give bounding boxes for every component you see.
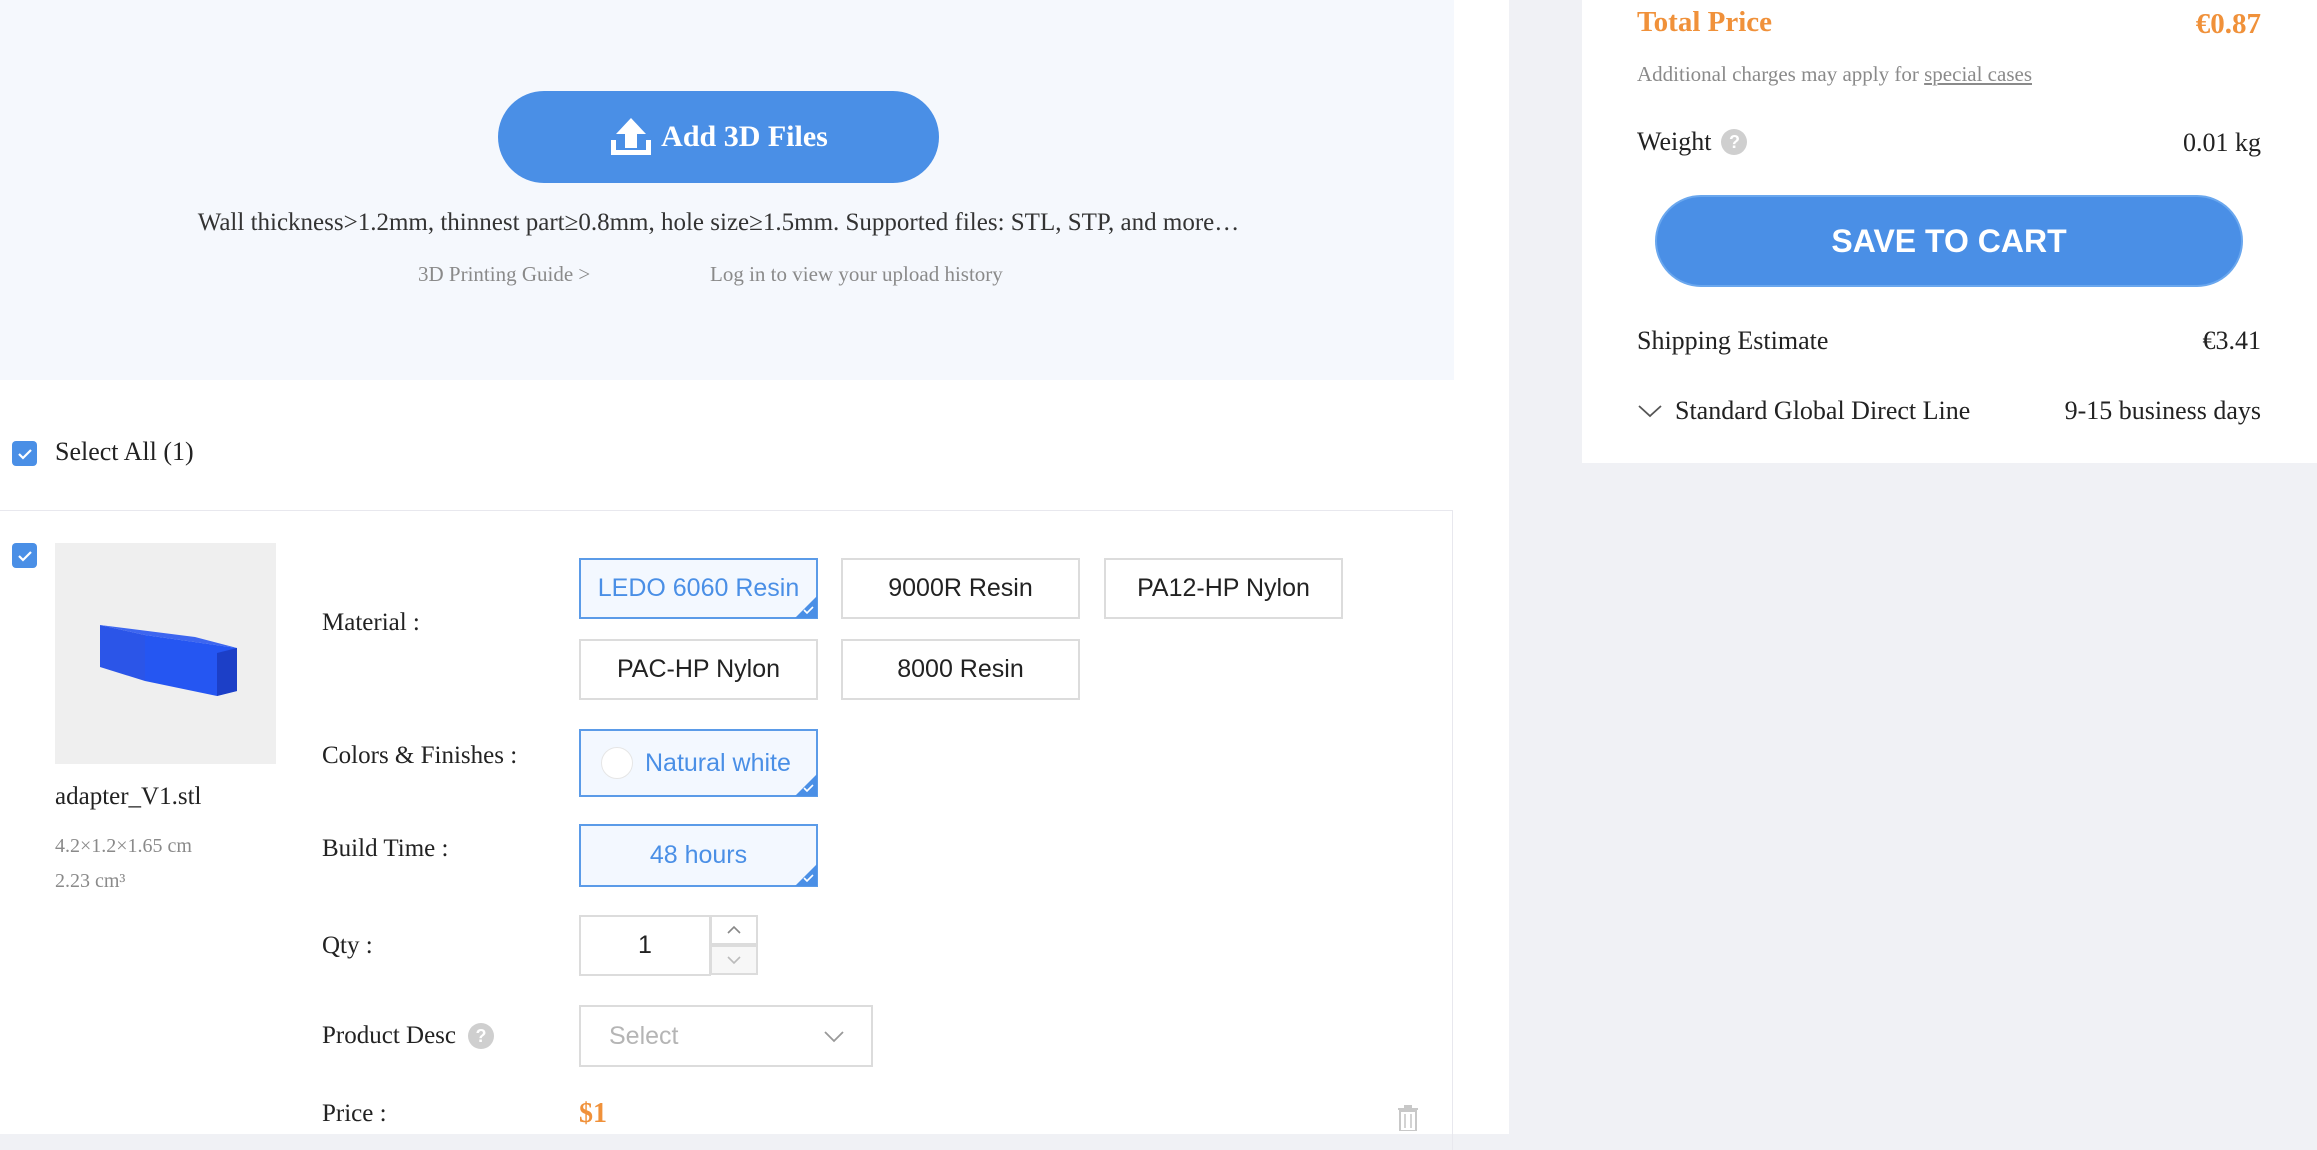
check-icon: [803, 874, 814, 882]
shipping-method-label: Standard Global Direct Line: [1675, 396, 1971, 425]
colors-finishes-label: Colors & Finishes :: [322, 742, 518, 769]
material-option-8000-resin[interactable]: 8000 Resin: [841, 639, 1080, 700]
chevron-up-icon: [727, 925, 741, 934]
check-icon: [17, 448, 32, 460]
check-icon: [803, 606, 814, 614]
help-icon[interactable]: ?: [1721, 129, 1748, 155]
check-icon: [17, 550, 32, 562]
model-preview: [100, 625, 237, 696]
upload-icon: [611, 118, 652, 155]
select-all-label: Select All (1): [55, 437, 194, 466]
price-label: Price :: [322, 1100, 387, 1127]
color-swatch: [601, 747, 633, 779]
check-icon: [803, 784, 814, 792]
chevron-down-icon: [1638, 405, 1662, 418]
upload-history-link[interactable]: Log in to view your upload history: [710, 262, 1003, 287]
product-desc-label: Product Desc: [322, 1022, 456, 1049]
model-dimensions: 4.2×1.2×1.65 cm: [55, 835, 192, 857]
upload-requirements: Wall thickness>1.2mm, thinnest part≥0.8m…: [197, 209, 1240, 236]
shipping-estimate-label: Shipping Estimate: [1637, 326, 1829, 355]
total-price-value: €0.87: [2195, 8, 2261, 40]
charges-note: Additional charges may apply for special…: [1637, 62, 2032, 86]
quantity-input[interactable]: [579, 915, 711, 976]
select-all-checkbox[interactable]: [12, 441, 37, 466]
material-option-pa12-hp-nylon[interactable]: PA12-HP Nylon: [1104, 558, 1343, 619]
material-label: Material :: [322, 609, 420, 636]
weight-label-row: Weight ?: [1637, 127, 1748, 157]
color-option-natural-white[interactable]: Natural white: [579, 729, 818, 797]
product-desc-placeholder: Select: [609, 1021, 679, 1050]
shipping-estimate-value: €3.41: [2202, 326, 2262, 355]
total-price-label: Total Price: [1637, 6, 1773, 38]
model-volume: 2.23 cm³: [55, 870, 126, 892]
qty-increment-button[interactable]: [710, 915, 758, 945]
product-desc-select[interactable]: Select: [579, 1005, 873, 1067]
add-3d-files-button[interactable]: Add 3D Files: [498, 91, 939, 183]
build-time-label: Build Time :: [322, 835, 449, 862]
shipping-days: 9-15 business days: [2064, 396, 2261, 425]
qty-label: Qty :: [322, 932, 373, 959]
product-thumbnail[interactable]: [55, 543, 276, 764]
printing-guide-link[interactable]: 3D Printing Guide >: [418, 262, 590, 287]
material-option-pac-hp-nylon[interactable]: PAC-HP Nylon: [579, 639, 818, 700]
save-to-cart-button[interactable]: SAVE TO CART: [1655, 195, 2243, 287]
material-option-ledo-6060-resin[interactable]: LEDO 6060 Resin: [579, 558, 818, 619]
material-option-9000r-resin[interactable]: 9000R Resin: [841, 558, 1080, 619]
shipping-method-toggle[interactable]: Standard Global Direct Line: [1637, 396, 1970, 426]
special-cases-link[interactable]: special cases: [1924, 62, 2032, 86]
weight-value: 0.01 kg: [2183, 128, 2261, 157]
build-time-option-48-hours[interactable]: 48 hours: [579, 824, 818, 887]
help-icon[interactable]: ?: [468, 1023, 494, 1049]
trash-icon[interactable]: [1395, 1103, 1421, 1136]
weight-label: Weight: [1637, 127, 1712, 156]
item-checkbox[interactable]: [12, 543, 37, 568]
item-price: $1: [579, 1098, 607, 1129]
product-desc-label-row: Product Desc ?: [322, 1022, 494, 1050]
add-3d-files-label: Add 3D Files: [661, 120, 828, 153]
chevron-down-icon: [824, 1030, 844, 1042]
chevron-down-icon: [727, 956, 741, 965]
upload-zone[interactable]: [0, 0, 1454, 380]
qty-decrement-button[interactable]: [710, 945, 758, 975]
file-name: adapter_V1.stl: [55, 783, 202, 810]
